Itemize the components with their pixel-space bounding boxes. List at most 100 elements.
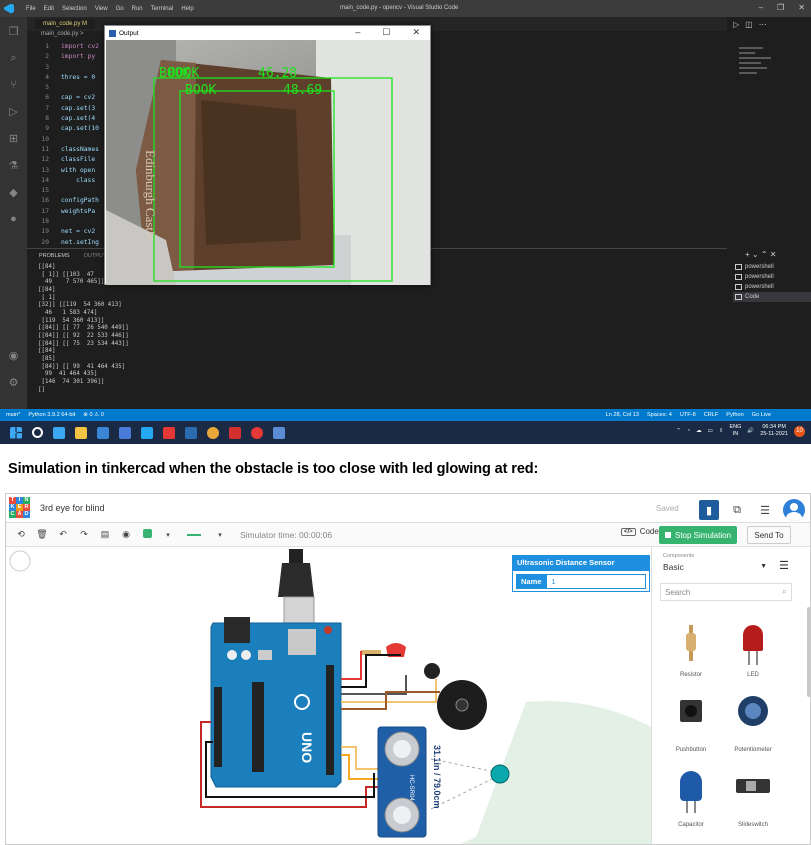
color-picker[interactable] xyxy=(141,529,153,540)
terminal-item[interactable]: powershell xyxy=(733,272,811,282)
circuit-view-icon[interactable]: ▮ xyxy=(699,500,719,520)
tab-main-code[interactable]: main_code.py M xyxy=(35,19,96,29)
avatar[interactable] xyxy=(783,499,805,521)
minimize-icon[interactable]: – xyxy=(355,27,360,38)
color-dropdown-icon[interactable]: ▾ xyxy=(162,531,174,539)
testing-icon[interactable]: ⚗ xyxy=(9,159,19,172)
calendar-app-icon[interactable] xyxy=(185,426,197,439)
menu-view[interactable]: View xyxy=(95,6,108,12)
menu-file[interactable]: File xyxy=(26,6,36,12)
visibility-icon[interactable]: ◉ xyxy=(120,529,132,540)
status-problems[interactable]: ⊗ 0 ⚠ 0 xyxy=(83,412,104,418)
usb-icon[interactable]: ⇩ xyxy=(719,428,724,434)
minimap[interactable] xyxy=(739,47,779,107)
github-icon[interactable]: ● xyxy=(10,213,17,225)
code-button[interactable]: </> Code xyxy=(621,527,659,536)
search-icon[interactable]: ⌕ xyxy=(10,52,16,65)
usb-plug[interactable] xyxy=(278,563,314,597)
settings-app-icon[interactable] xyxy=(119,426,131,439)
extensions-icon[interactable]: ⊞ xyxy=(9,132,18,145)
maximize-icon[interactable]: ☐ xyxy=(382,27,390,38)
file-explorer-icon[interactable] xyxy=(75,426,87,439)
pdf-app-icon[interactable] xyxy=(229,426,241,439)
explorer-icon[interactable]: ❐ xyxy=(9,25,19,38)
tab-problems[interactable]: PROBLEMS xyxy=(39,253,70,259)
clock[interactable]: 06:34 PM 25-11-2021 xyxy=(760,424,788,438)
terminal-item[interactable]: powershell xyxy=(733,262,811,272)
onedrive-icon[interactable]: ☁ xyxy=(696,428,702,434)
component-list-icon[interactable]: ☰ xyxy=(755,500,775,520)
terminal-item[interactable]: Code xyxy=(733,292,811,302)
status-branch[interactable]: main* xyxy=(6,412,20,418)
docker-icon[interactable]: ◆ xyxy=(9,186,17,199)
volume-icon[interactable]: 🔊 xyxy=(747,428,754,434)
component-potentiometer[interactable]: Potentiometer xyxy=(722,692,784,753)
source-control-icon[interactable]: ⑂ xyxy=(10,79,17,91)
keyboard-icon[interactable]: ▭ xyxy=(708,428,713,434)
stop-simulation-button[interactable]: Stop Simulation xyxy=(659,526,737,544)
account-icon[interactable]: ◉ xyxy=(9,349,19,362)
store-icon[interactable] xyxy=(97,426,109,439)
wire-dropdown-icon[interactable]: ▾ xyxy=(214,531,226,539)
terminal-controls[interactable]: + ⌄ ⌃ ✕ xyxy=(745,250,776,259)
close-icon[interactable]: ✕ xyxy=(798,3,805,12)
delete-icon[interactable]: 🗑 xyxy=(36,529,48,540)
vscode-taskbar-icon[interactable] xyxy=(141,426,153,439)
terminal-output[interactable]: [[84] [ 1]] [[103 47 49 7 570 465]] [[84… xyxy=(38,264,418,409)
output-window-titlebar[interactable]: Output – ☐ ✕ xyxy=(105,26,430,40)
components-select[interactable]: Basic ▼ xyxy=(660,558,773,575)
menu-edit[interactable]: Edit xyxy=(44,6,54,12)
status-eol[interactable]: CRLF xyxy=(704,412,719,418)
menu-help[interactable]: Help xyxy=(181,6,193,12)
minimize-icon[interactable]: – xyxy=(759,3,763,12)
tinkercad-logo[interactable]: TINKERCAD xyxy=(9,497,30,518)
menu-selection[interactable]: Selection xyxy=(62,6,87,12)
target-object[interactable] xyxy=(490,764,510,784)
status-encoding[interactable]: UTF-8 xyxy=(680,412,696,418)
python-app-icon[interactable] xyxy=(273,426,285,439)
search-input[interactable]: Search ⌕ xyxy=(660,583,792,601)
notification-badge[interactable]: 10 xyxy=(794,425,805,437)
project-title[interactable]: 3rd eye for blind xyxy=(40,503,105,513)
menu-terminal[interactable]: Terminal xyxy=(151,6,174,12)
task-view-icon[interactable] xyxy=(53,426,65,439)
close-icon[interactable]: ✕ xyxy=(412,27,420,38)
status-language[interactable]: Python xyxy=(726,412,743,418)
output-window[interactable]: Output – ☐ ✕ Edinburgh Castle BOOK BOOK xyxy=(104,25,431,285)
schematic-view-icon[interactable]: ⧉ xyxy=(727,500,747,520)
component-slideswitch[interactable]: Slideswitch xyxy=(722,767,784,828)
terminal-item[interactable]: powershell xyxy=(733,282,811,292)
tray-chevron-icon[interactable]: ⌃ xyxy=(676,428,681,434)
component-led[interactable]: LED xyxy=(722,617,784,678)
name-field[interactable]: 1 xyxy=(546,573,646,589)
language-indicator[interactable]: ENG IN xyxy=(729,424,741,438)
component-resistor[interactable]: Resistor xyxy=(660,617,722,678)
notes-icon[interactable]: ▤ xyxy=(99,529,111,540)
component-pushbutton[interactable]: Pushbutton xyxy=(660,692,722,753)
menu-go[interactable]: Go xyxy=(116,6,124,12)
run-debug-icon[interactable]: ▷ xyxy=(9,105,17,118)
menu-run[interactable]: Run xyxy=(132,6,143,12)
status-indent[interactable]: Spaces: 4 xyxy=(647,412,672,418)
arduino-board[interactable] xyxy=(210,622,342,788)
media-app-icon[interactable] xyxy=(163,426,175,439)
scrollbar[interactable] xyxy=(807,607,810,697)
status-interpreter[interactable]: Python 3.9.2 64-bit xyxy=(28,412,75,418)
wire-type-picker[interactable] xyxy=(183,530,205,540)
component-capacitor[interactable]: Capacitor xyxy=(660,767,722,828)
status-cursor[interactable]: Ln 28, Col 13 xyxy=(606,412,639,418)
redo-icon[interactable]: ↷ xyxy=(78,529,90,540)
status-golive[interactable]: Go Live xyxy=(752,412,771,418)
chrome-icon[interactable] xyxy=(207,426,219,439)
zoom-fit-icon[interactable] xyxy=(9,550,31,572)
settings-gear-icon[interactable]: ⚙ xyxy=(9,376,19,389)
list-view-icon[interactable]: ☰ xyxy=(779,559,789,572)
reset-button[interactable] xyxy=(324,626,332,634)
tab-output[interactable]: OUTPUT xyxy=(84,253,107,259)
undo-icon[interactable]: ↶ xyxy=(57,529,69,540)
search-icon[interactable] xyxy=(32,427,43,438)
maximize-icon[interactable]: ❐ xyxy=(777,3,784,12)
media-player-icon[interactable] xyxy=(251,426,263,439)
more-icon[interactable]: ⋯ xyxy=(759,20,767,29)
send-to-button[interactable]: Send To xyxy=(747,526,791,544)
